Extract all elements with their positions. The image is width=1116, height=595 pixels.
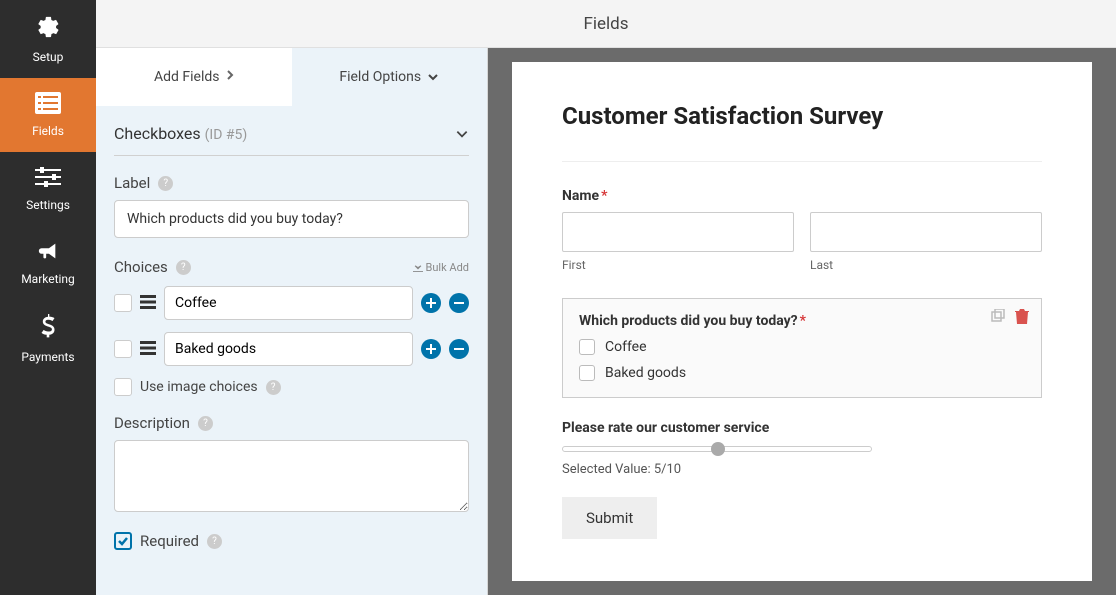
section-type: Checkboxes [114,124,201,143]
section-id: (ID #5) [205,127,248,143]
question-label: Which products did you buy today?* [579,313,1025,329]
image-choices-label: Use image choices [140,379,258,395]
drag-handle-icon[interactable] [140,339,156,360]
minus-icon [454,298,464,308]
field-options-panel: Add Fields Field Options [96,48,488,595]
help-icon[interactable]: ? [198,416,213,431]
preview-choice[interactable]: Coffee [579,339,1025,355]
sidebar-label: Setup [33,50,64,64]
help-icon[interactable]: ? [176,260,191,275]
sidebar-item-marketing[interactable]: Marketing [0,226,96,300]
required-asterisk: * [800,313,806,329]
required-checkbox[interactable] [114,532,132,550]
download-icon [413,262,423,272]
label-label: Label [114,174,150,192]
slider-track[interactable] [562,446,872,452]
required-label: Required [140,532,199,550]
choice-row [114,286,469,320]
sidebar-item-payments[interactable]: Payments [0,300,96,378]
choices-label: Choices [114,258,168,276]
submit-button[interactable]: Submit [562,497,657,539]
tab-label: Add Fields [154,69,220,85]
tab-label: Field Options [339,69,421,85]
description-label: Description [114,414,190,432]
help-icon[interactable]: ? [266,380,281,395]
choice-label: Baked goods [605,365,686,381]
preview-checkbox[interactable] [579,365,595,381]
chevron-down-icon [427,69,439,85]
drag-handle-icon[interactable] [140,293,156,314]
last-name-sublabel: Last [810,258,1042,272]
page-title: Fields [583,14,628,34]
choice-default-checkbox[interactable] [114,294,132,312]
duplicate-icon[interactable] [989,309,1005,329]
divider [562,161,1042,162]
name-field-label: Name* [562,188,1042,204]
sidebar-item-fields[interactable]: Fields [0,78,96,152]
description-textarea[interactable] [114,440,469,512]
minus-icon [454,344,464,354]
chevron-right-icon [226,69,234,85]
choice-label: Coffee [605,339,647,355]
selected-field[interactable]: Which products did you buy today?* Coffe… [562,298,1042,398]
plus-icon [426,344,436,354]
sidebar-label: Fields [32,124,64,138]
remove-choice-button[interactable] [449,293,469,313]
preview-choice[interactable]: Baked goods [579,365,1025,381]
dollar-icon [39,314,57,344]
slider-thumb[interactable] [711,442,725,456]
choice-input[interactable] [164,332,413,366]
required-asterisk: * [601,188,607,204]
sidebar-label: Marketing [21,272,75,286]
check-icon [117,535,129,547]
bullhorn-icon [35,240,61,266]
choice-input[interactable] [164,286,413,320]
page-header: Fields [96,0,1116,48]
last-name-input[interactable] [810,212,1042,252]
image-choices-checkbox[interactable] [114,378,132,396]
first-name-input[interactable] [562,212,794,252]
slider-value: Selected Value: 5/10 [562,462,1042,477]
form-title: Customer Satisfaction Survey [562,102,1042,131]
first-name-sublabel: First [562,258,794,272]
remove-choice-button[interactable] [449,339,469,359]
sidebar: Setup Fields Settings Marketing Payments [0,0,96,595]
plus-icon [426,298,436,308]
help-icon[interactable]: ? [207,534,222,549]
trash-icon[interactable] [1015,309,1029,329]
bulk-add-label: Bulk Add [426,261,469,274]
chevron-down-icon [455,124,469,143]
tab-field-options[interactable]: Field Options [292,48,488,106]
choice-default-checkbox[interactable] [114,340,132,358]
sidebar-label: Settings [26,198,70,212]
preview-area: Customer Satisfaction Survey Name* First… [488,48,1116,595]
slider-field-label: Please rate our customer service [562,420,1042,436]
choice-row [114,332,469,366]
tab-add-fields[interactable]: Add Fields [96,48,292,106]
help-icon[interactable]: ? [158,176,173,191]
sliders-icon [35,166,61,192]
sidebar-item-setup[interactable]: Setup [0,0,96,78]
sidebar-item-settings[interactable]: Settings [0,152,96,226]
preview-checkbox[interactable] [579,339,595,355]
add-choice-button[interactable] [421,339,441,359]
sidebar-label: Payments [21,350,74,364]
bulk-add-button[interactable]: Bulk Add [413,261,469,274]
label-input[interactable] [114,200,469,238]
gear-icon [35,14,61,44]
add-choice-button[interactable] [421,293,441,313]
section-header[interactable]: Checkboxes (ID #5) [114,124,469,156]
list-icon [35,92,61,118]
preview-card: Customer Satisfaction Survey Name* First… [512,62,1092,581]
